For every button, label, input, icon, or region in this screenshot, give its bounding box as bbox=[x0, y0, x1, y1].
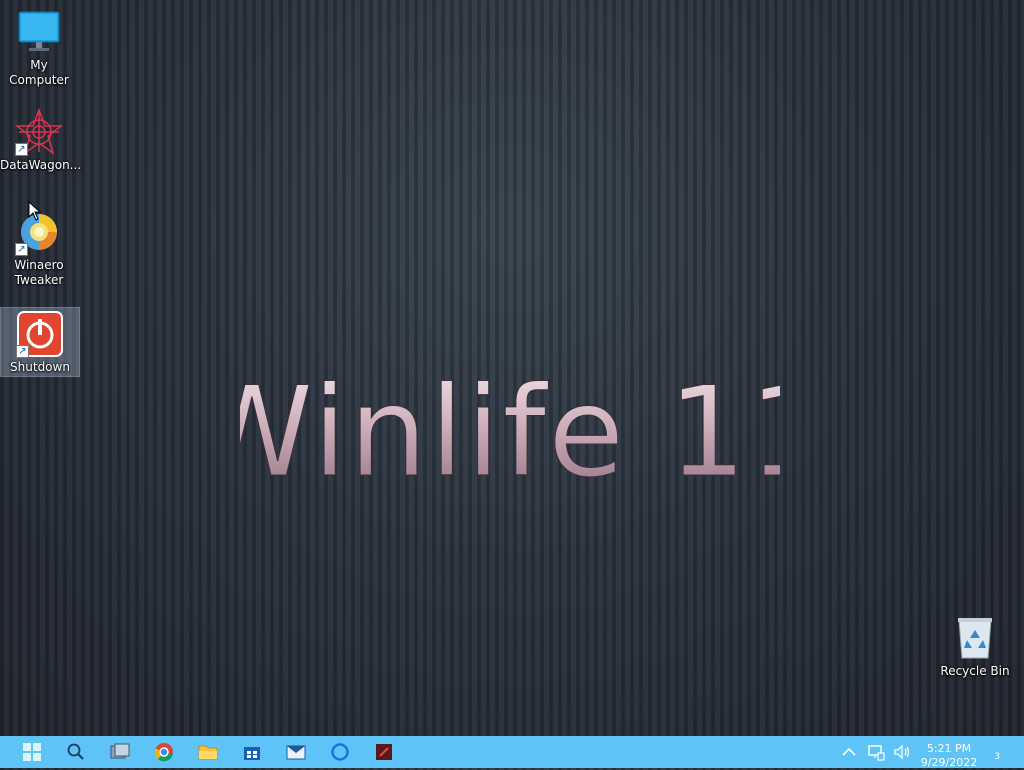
shortcut-arrow-icon: ↗ bbox=[16, 345, 29, 358]
mouse-cursor-icon bbox=[28, 200, 42, 225]
cortana-button[interactable] bbox=[320, 736, 360, 768]
desktop-icon-label: Recycle Bin bbox=[940, 664, 1010, 678]
monitor-icon bbox=[15, 8, 63, 56]
power-icon: ↗ bbox=[16, 310, 64, 358]
volume-icon bbox=[894, 744, 910, 760]
store-icon bbox=[244, 747, 260, 760]
red-app-icon bbox=[376, 744, 392, 760]
red-app-button[interactable] bbox=[364, 736, 404, 768]
recycle-bin-icon bbox=[951, 614, 999, 662]
chrome-button[interactable] bbox=[144, 736, 184, 768]
store-button[interactable] bbox=[232, 736, 272, 768]
datawagon-icon: ↗ bbox=[14, 107, 64, 156]
volume-button[interactable] bbox=[890, 736, 914, 768]
start-icon bbox=[23, 743, 41, 761]
mail-icon bbox=[286, 745, 306, 760]
desktop-icon-label: Winaero Tweaker bbox=[14, 258, 64, 287]
network-icon bbox=[868, 745, 885, 761]
mail-button[interactable] bbox=[276, 736, 316, 768]
chevron-up-icon bbox=[842, 747, 856, 756]
clock[interactable]: 5:21 PM 9/29/2022 bbox=[914, 742, 984, 770]
file-explorer-button[interactable] bbox=[188, 736, 228, 768]
wallpaper-title-text: Winlife 11 bbox=[240, 361, 780, 500]
start-button[interactable] bbox=[12, 736, 52, 768]
desktop-icon-shutdown[interactable]: ↗ Shutdown bbox=[0, 307, 80, 377]
desktop: My Computer ↗ DataWagon... ↗ Winaero Twe… bbox=[0, 0, 1024, 736]
desktop-icon-label: My Computer bbox=[9, 58, 69, 87]
desktop-icon-recycle-bin[interactable]: Recycle Bin bbox=[936, 614, 1014, 680]
shortcut-arrow-icon: ↗ bbox=[15, 243, 28, 256]
task-view-icon bbox=[110, 743, 130, 759]
file-explorer-icon bbox=[198, 745, 218, 760]
desktop-icon-label: Shutdown bbox=[10, 360, 70, 374]
show-hidden-icons-button[interactable] bbox=[838, 736, 860, 768]
desktop-icon-label: DataWagon... bbox=[0, 158, 82, 172]
chrome-icon bbox=[154, 743, 173, 762]
task-view-button[interactable] bbox=[100, 736, 140, 768]
taskbar: 5:21 PM 9/29/2022 3 bbox=[0, 736, 1024, 770]
notification-count-badge[interactable]: 3 bbox=[994, 752, 1000, 762]
wallpaper-title: Winlife 11 bbox=[190, 350, 828, 506]
network-button[interactable] bbox=[864, 736, 888, 768]
desktop-icon-datawagon[interactable]: ↗ DataWagon... bbox=[0, 107, 82, 174]
clock-time: 5:21 PM bbox=[926, 742, 972, 755]
shortcut-arrow-icon: ↗ bbox=[15, 143, 28, 156]
desktop-icon-my-computer[interactable]: My Computer bbox=[0, 8, 78, 87]
search-button[interactable] bbox=[56, 736, 96, 768]
cortana-icon bbox=[331, 743, 349, 761]
search-icon bbox=[67, 743, 84, 760]
